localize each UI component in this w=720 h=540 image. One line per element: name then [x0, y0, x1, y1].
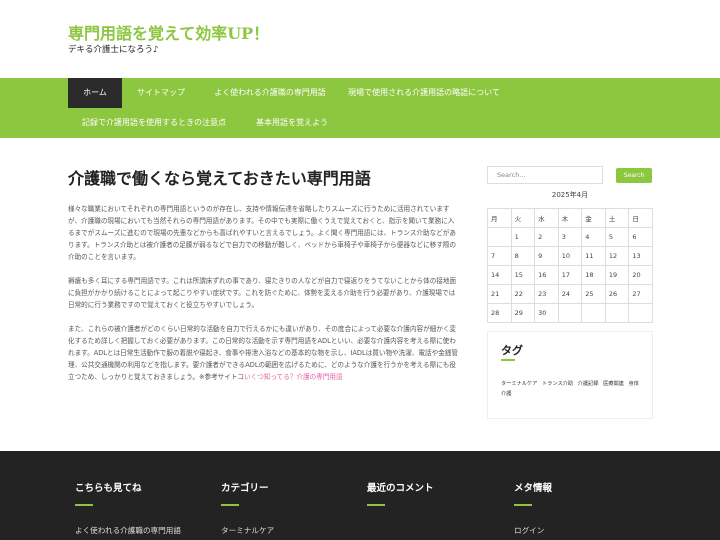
calendar-day: 28 — [487, 303, 512, 323]
tag-link[interactable]: 介護記録 — [578, 381, 599, 387]
calendar-day: 10 — [557, 246, 583, 266]
calendar-week-row: 1 2 3 4 5 6 — [487, 227, 653, 247]
post-paragraph: 褥瘡も多く耳にする専門用語です。これは所謂床ずれの事であり、寝たきりの人などが自… — [68, 277, 457, 309]
calendar-day-header: 木 — [557, 208, 583, 228]
tags-underline — [501, 359, 515, 361]
footer-link[interactable]: ターミナルケア — [221, 525, 274, 536]
site-title[interactable]: 専門用語を覚えて効率UP！ — [68, 20, 269, 44]
calendar-day-header: 火 — [510, 208, 536, 228]
calendar-day: 8 — [510, 246, 536, 266]
calendar: 月 火 水 木 金 土 日 1 2 3 4 5 6 7 8 9 10 11 12… — [487, 208, 653, 323]
tags-widget: タグ ターミナルケア トランス介助 介護記録 医療関連 身体介護 — [487, 331, 653, 419]
calendar-day: 1 — [510, 227, 536, 247]
calendar-day — [581, 303, 606, 323]
calendar-day-header: 日 — [628, 208, 653, 228]
calendar-day: 12 — [604, 246, 630, 266]
calendar-day-header: 水 — [534, 208, 559, 228]
calendar-day: 21 — [487, 284, 512, 304]
calendar-day — [557, 303, 583, 323]
search-input[interactable]: Search... — [487, 166, 603, 184]
tag-cloud: ターミナルケア トランス介助 介護記録 医療関連 身体介護 — [501, 379, 643, 399]
calendar-day: 17 — [557, 265, 583, 285]
footer-column-title: カテゴリー — [221, 483, 269, 494]
footer-link-login[interactable]: ログイン — [514, 525, 544, 536]
post-paragraph: 様々な職業においてそれぞれの専門用語というのが存在し、支持や情報伝達を省略したり… — [68, 205, 457, 261]
post-title: 介護職で働くなら覚えておきたい専門用語 — [68, 169, 371, 188]
calendar-day: 24 — [557, 284, 583, 304]
calendar-day: 26 — [604, 284, 630, 304]
calendar-day: 3 — [557, 227, 583, 247]
calendar-day: 16 — [534, 265, 559, 285]
calendar-day — [604, 303, 630, 323]
calendar-day: 29 — [510, 303, 536, 323]
calendar-day — [487, 227, 512, 247]
calendar-day-header: 月 — [487, 208, 512, 228]
calendar-day: 18 — [581, 265, 606, 285]
footer-link[interactable]: よく使われる介護職の専門用語 — [75, 525, 181, 536]
main-content: 介護職で働くなら覚えておきたい専門用語 様々な職業においてそれぞれの専門用語とい… — [68, 165, 460, 395]
footer-title-underline — [75, 504, 93, 506]
calendar-day: 19 — [604, 265, 630, 285]
calendar-day: 22 — [510, 284, 536, 304]
calendar-day: 11 — [581, 246, 606, 266]
calendar-day-header: 金 — [581, 208, 606, 228]
post-paragraph: また、これらの被介護者がどのくらい日常的な活動を自力で行えるかにも違いがあり、そ… — [68, 323, 460, 383]
tags-title: タグ — [501, 344, 523, 357]
calendar-caption: 2025年4月 — [551, 191, 589, 199]
calendar-day: 5 — [604, 227, 630, 247]
site-description: デキる介護士になろう♪ — [68, 45, 159, 55]
calendar-day: 4 — [581, 227, 606, 247]
calendar-day: 15 — [510, 265, 536, 285]
nav-item-record-notes[interactable]: 記録で介護用語を使用するときの注意点 — [68, 108, 240, 138]
calendar-week-row: 7 8 9 10 11 12 13 — [487, 246, 653, 266]
footer-title-underline — [514, 504, 532, 506]
main-navigation: ホーム サイトマップ よく使われる介護職の専門用語 現場で使用される介護用語の略… — [0, 78, 720, 138]
calendar-day: 7 — [487, 246, 512, 266]
nav-item-abbreviations[interactable]: 現場で使用される介護用語の略語について — [340, 78, 508, 108]
reference-link[interactable]: いくつ知ってる？介護の専門用語 — [244, 373, 343, 381]
nav-item-sitemap[interactable]: サイトマップ — [122, 78, 200, 108]
calendar-header-row: 月 火 水 木 金 土 日 — [487, 208, 653, 228]
calendar-day: 25 — [581, 284, 606, 304]
footer-title-underline — [221, 504, 239, 506]
calendar-day: 14 — [487, 265, 512, 285]
calendar-week-row: 21 22 23 24 25 26 27 — [487, 284, 653, 304]
site-footer: こちらも見てね よく使われる介護職の専門用語 カテゴリー ターミナルケア 最近の… — [0, 451, 720, 540]
calendar-day: 23 — [534, 284, 559, 304]
calendar-week-row: 28 29 30 — [487, 303, 653, 323]
calendar-day — [628, 303, 653, 323]
calendar-day: 6 — [628, 227, 653, 247]
footer-column-title: メタ情報 — [514, 483, 553, 494]
nav-item-basic-terms[interactable]: 基本用語を覚えよう — [240, 108, 344, 138]
site-header: 専門用語を覚えて効率UP！ デキる介護士になろう♪ — [0, 0, 720, 78]
search-button[interactable]: Search — [616, 168, 652, 183]
nav-item-common-terms[interactable]: よく使われる介護職の専門用語 — [200, 78, 340, 108]
calendar-day: 27 — [628, 284, 653, 304]
calendar-day: 20 — [628, 265, 653, 285]
calendar-day: 9 — [534, 246, 559, 266]
calendar-day: 30 — [534, 303, 559, 323]
tag-link[interactable]: トランス介助 — [542, 381, 573, 387]
tag-link[interactable]: ターミナルケア — [501, 381, 537, 387]
footer-column-title: こちらも見てね — [75, 483, 142, 494]
calendar-day-header: 土 — [604, 208, 630, 228]
tag-link[interactable]: 医療関連 — [603, 381, 624, 387]
calendar-week-row: 14 15 16 17 18 19 20 — [487, 265, 653, 285]
footer-title-underline — [367, 504, 385, 506]
footer-column-title: 最近のコメント — [367, 483, 434, 494]
calendar-day: 2 — [534, 227, 559, 247]
calendar-day: 13 — [628, 246, 653, 266]
nav-item-home[interactable]: ホーム — [68, 78, 122, 108]
